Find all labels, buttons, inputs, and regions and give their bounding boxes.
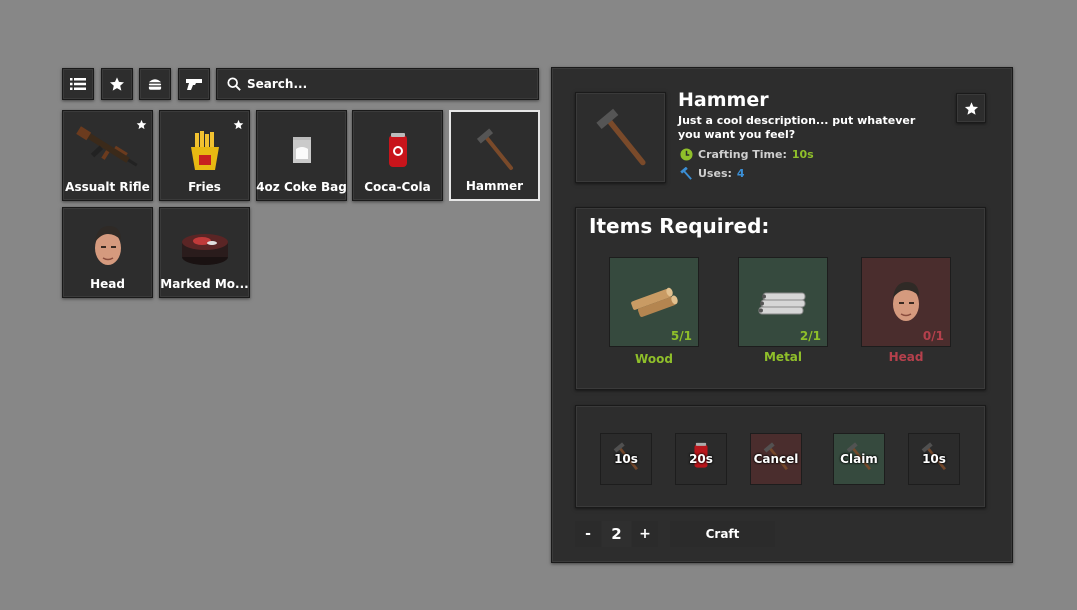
item-tile-head[interactable]: Head	[62, 207, 153, 298]
ingredient-count: 0/1	[922, 329, 944, 343]
item-tile-assault-rifle[interactable]: Assualt Rifle	[62, 110, 153, 201]
head-icon	[90, 222, 126, 274]
hammer-icon	[680, 167, 692, 180]
item-name: Head	[90, 277, 125, 291]
ingredient-name: Head	[888, 350, 924, 364]
item-title: Hammer	[678, 89, 769, 111]
crafting-time-label: Crafting Time:	[698, 148, 787, 161]
favorite-star-icon	[233, 115, 244, 134]
burger-icon	[148, 79, 162, 90]
item-tile-hammer[interactable]: Hammer	[449, 110, 540, 201]
item-name: Coca-Cola	[364, 180, 431, 194]
fries-icon	[188, 131, 222, 175]
marked-money-icon	[180, 230, 230, 270]
queue-slot-label: 20s	[689, 452, 713, 466]
favorites-filter-button[interactable]	[101, 68, 133, 100]
search-input[interactable]: Search...	[216, 68, 539, 100]
ingredient-metal: 2/1	[738, 257, 828, 347]
queue-slot-cancel[interactable]: Cancel	[750, 433, 802, 485]
weapons-filter-button[interactable]	[178, 68, 210, 100]
item-name: Hammer	[465, 179, 524, 193]
claim-label: Claim	[840, 452, 878, 466]
uses-label: Uses:	[698, 167, 732, 180]
queue-slot[interactable]: 10s	[600, 433, 652, 485]
queue-slot-claim[interactable]: Claim	[833, 433, 885, 485]
item-description: Just a cool description... put whatever …	[678, 114, 916, 141]
queue-slot[interactable]: 20s	[675, 433, 727, 485]
decrease-quantity-button[interactable]: -	[575, 521, 601, 547]
soda-can-icon	[387, 133, 409, 173]
ingredient-count: 5/1	[670, 329, 692, 343]
star-icon	[964, 101, 978, 115]
ingredient-name: Metal	[763, 350, 803, 364]
item-tile-marked-money[interactable]: Marked Mo...	[159, 207, 250, 298]
ingredient-head: 0/1	[861, 257, 951, 347]
item-name: Fries	[188, 180, 221, 194]
item-name: Assualt Rifle	[65, 180, 150, 194]
items-required-title: Items Required:	[589, 214, 770, 238]
uses-value: 4	[736, 167, 745, 180]
quantity-value: 2	[602, 521, 631, 547]
crafting-time: Crafting Time: 10s	[680, 148, 814, 161]
item-tile-coca-cola[interactable]: Coca-Cola	[352, 110, 443, 201]
item-tile-coke-bag[interactable]: 4oz Coke Bag	[256, 110, 347, 201]
craft-button[interactable]: Craft	[670, 521, 775, 547]
crafting-time-value: 10s	[791, 148, 814, 161]
uses: Uses: 4	[680, 167, 745, 180]
list-view-button[interactable]	[62, 68, 94, 100]
search-icon	[227, 77, 241, 91]
clock-icon	[680, 148, 693, 161]
item-name: 4oz Coke Bag	[256, 180, 347, 194]
gun-icon	[186, 79, 202, 90]
star-icon	[110, 77, 124, 91]
ingredient-count: 2/1	[799, 329, 821, 343]
coke-bag-icon	[290, 135, 314, 169]
hammer-icon	[595, 108, 646, 165]
head-icon	[893, 282, 919, 321]
queue-slot[interactable]: 10s	[908, 433, 960, 485]
increase-quantity-button[interactable]: +	[632, 521, 658, 547]
queue-slot-label: 10s	[922, 452, 946, 466]
cancel-label: Cancel	[753, 452, 799, 466]
item-preview	[575, 92, 666, 183]
hammer-icon	[473, 128, 517, 176]
food-filter-button[interactable]	[139, 68, 171, 100]
search-placeholder: Search...	[247, 77, 308, 91]
queue-slot-label: 10s	[614, 452, 638, 466]
wood-icon	[631, 287, 678, 317]
favorite-button[interactable]	[956, 93, 986, 123]
assault-rifle-icon	[75, 125, 141, 177]
item-tile-fries[interactable]: Fries	[159, 110, 250, 201]
ingredient-wood: 5/1	[609, 257, 699, 347]
list-icon	[70, 78, 86, 90]
ingredient-name: Wood	[635, 352, 673, 366]
metal-pipes-icon	[758, 292, 806, 315]
item-name: Marked Mo...	[160, 277, 249, 291]
